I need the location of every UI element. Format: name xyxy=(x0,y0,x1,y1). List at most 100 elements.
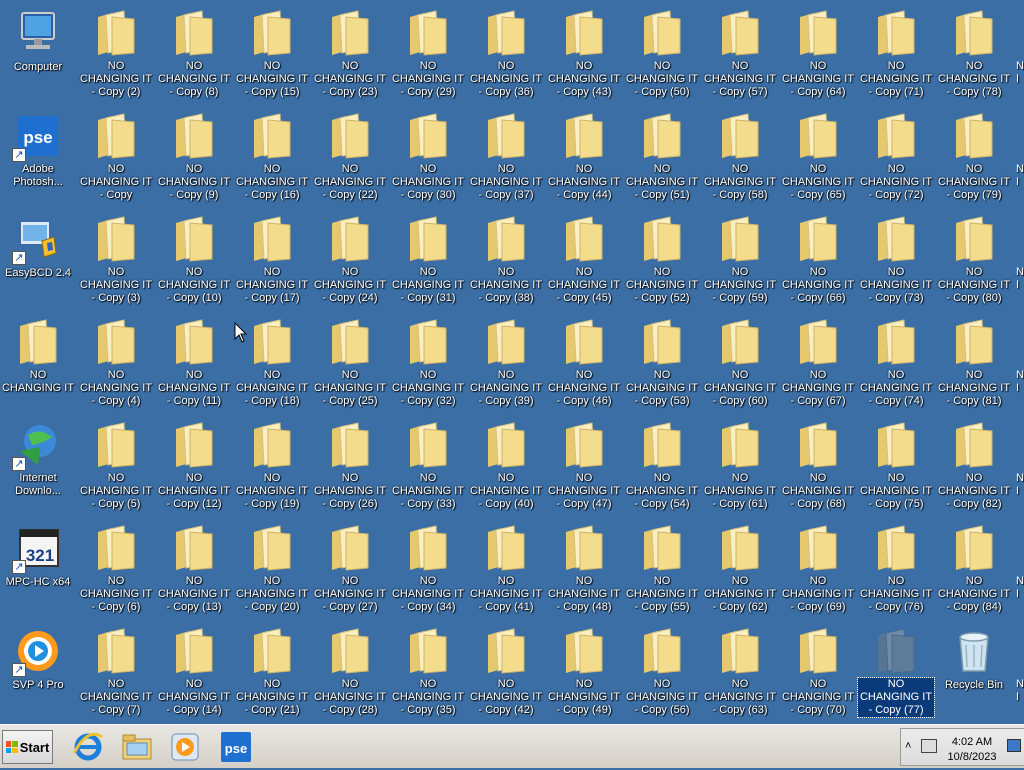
desktop-folder[interactable]: NO CHANGING IT - Copy (50) xyxy=(624,5,700,101)
desktop-folder[interactable]: NO CHANGING IT - Copy (44) xyxy=(546,108,622,204)
desktop-folder[interactable]: NO CHANGING IT - Copy (56) xyxy=(624,623,700,719)
desktop-folder[interactable]: NO CHANGING IT - Copy (2) xyxy=(78,5,154,101)
desktop-folder[interactable]: NO CHANGING IT - Copy (30) xyxy=(390,108,466,204)
desktop-folder[interactable]: NO CHANGING IT - Copy (29) xyxy=(390,5,466,101)
desktop-folder[interactable]: NO CHANGING IT - Copy (3) xyxy=(78,211,154,307)
desktop-folder[interactable]: NO CHANGING IT - Copy (24) xyxy=(312,211,388,307)
internet-download-manager-shortcut[interactable]: ↗ Internet Downlo... xyxy=(0,417,76,513)
desktop-folder[interactable]: NO CHANGING IT - Copy (33) xyxy=(390,417,466,513)
desktop-folder[interactable]: NO CHANGING IT - Copy xyxy=(78,108,154,204)
show-hidden-icons-chevron-icon[interactable]: ˄ xyxy=(905,740,911,752)
desktop-folder[interactable]: NO CHANGING IT - Copy (19) xyxy=(234,417,310,513)
desktop-folder[interactable]: NO CHANGING IT - Copy (40) xyxy=(468,417,544,513)
show-desktop-icon[interactable] xyxy=(1007,739,1021,752)
photoshop-elements-icon[interactable]: pse xyxy=(218,729,254,765)
desktop-folder[interactable]: NO CHANGING IT - Copy (7) xyxy=(78,623,154,719)
internet-explorer-icon[interactable] xyxy=(70,729,106,765)
desktop-folder[interactable]: NO CHANGING IT - Copy (75) xyxy=(858,417,934,513)
desktop-folder[interactable]: NO CHANGING IT - Copy (38) xyxy=(468,211,544,307)
desktop-folder[interactable]: NO CHANGING IT - Copy (41) xyxy=(468,520,544,616)
no-changing-it-folder[interactable]: NO CHANGING IT xyxy=(0,314,76,410)
desktop-folder[interactable]: NO CHANGING IT - Copy (39) xyxy=(468,314,544,410)
desktop-folder[interactable]: NO CHANGING IT - Copy (37) xyxy=(468,108,544,204)
desktop-folder[interactable]: NO CHANGING IT - Copy (49) xyxy=(546,623,622,719)
start-button[interactable]: Start xyxy=(2,730,53,764)
desktop-folder[interactable]: NO CHANGING IT - Copy (57) xyxy=(702,5,778,101)
desktop-folder[interactable]: NO CHANGING IT - Copy (5) xyxy=(78,417,154,513)
desktop-folder[interactable]: NO CHANGING IT - Copy (43) xyxy=(546,5,622,101)
desktop-folder[interactable]: NO CHANGING IT - Copy (27) xyxy=(312,520,388,616)
desktop-folder[interactable]: NO CHANGING IT - Copy (64) xyxy=(780,5,856,101)
desktop-folder[interactable]: NO CHANGING IT - Copy (15) xyxy=(234,5,310,101)
desktop-folder[interactable]: NO CHANGING IT - Copy (67) xyxy=(780,314,856,410)
clock-time[interactable]: 4:02 AM xyxy=(947,736,997,748)
desktop-folder[interactable]: NO CHANGING IT - Copy (13) xyxy=(156,520,232,616)
desktop-folder[interactable]: NO CHANGING IT - Copy (8) xyxy=(156,5,232,101)
desktop-folder[interactable]: NO CHANGING IT - Copy (6) xyxy=(78,520,154,616)
desktop-folder[interactable]: NO CHANGING IT - Copy (11) xyxy=(156,314,232,410)
desktop-folder[interactable]: NO CHANGING IT - Copy (31) xyxy=(390,211,466,307)
desktop-folder[interactable]: NO CHANGING IT - Copy (69) xyxy=(780,520,856,616)
desktop-folder[interactable]: NO CHANGING IT - Copy (65) xyxy=(780,108,856,204)
desktop-folder[interactable]: NO CHANGING IT - Copy (62) xyxy=(702,520,778,616)
desktop-folder[interactable]: NO CHANGING IT - Copy (20) xyxy=(234,520,310,616)
desktop-folder[interactable]: NO CHANGING IT - Copy (25) xyxy=(312,314,388,410)
desktop-folder[interactable]: NO CHANGING IT - Copy (12) xyxy=(156,417,232,513)
desktop-folder[interactable]: NO CHANGING IT - Copy (4) xyxy=(78,314,154,410)
easybcd-shortcut[interactable]: ↗ EasyBCD 2.4 xyxy=(0,211,76,307)
desktop-folder[interactable]: NO CHANGING IT - Copy (61) xyxy=(702,417,778,513)
recycle-bin[interactable]: Recycle Bin xyxy=(936,623,1012,719)
desktop-folder[interactable]: NO CHANGING IT - Copy (14) xyxy=(156,623,232,719)
desktop-folder[interactable]: NO CHANGING IT - Copy (84) xyxy=(936,520,1012,616)
mpc-hc-shortcut[interactable]: 321 ↗ MPC-HC x64 xyxy=(0,520,76,616)
svp-4-pro-shortcut[interactable]: ↗ SVP 4 Pro xyxy=(0,623,76,719)
desktop-folder[interactable]: NO CHANGING IT - Copy (68) xyxy=(780,417,856,513)
computer-shortcut[interactable]: Computer xyxy=(0,5,76,101)
desktop-folder[interactable]: NO CHANGING IT - Copy (34) xyxy=(390,520,466,616)
desktop-folder[interactable]: NO CHANGING IT - Copy (51) xyxy=(624,108,700,204)
desktop-folder[interactable]: NO CHANGING IT - Copy (36) xyxy=(468,5,544,101)
desktop-folder[interactable]: NO CHANGING IT - Copy (17) xyxy=(234,211,310,307)
desktop-folder[interactable]: NO CHANGING IT - Copy (70) xyxy=(780,623,856,719)
desktop-folder[interactable]: NO CHANGING IT - Copy (78) xyxy=(936,5,1012,101)
desktop-folder[interactable]: NO CHANGING IT - Copy (63) xyxy=(702,623,778,719)
desktop-folder[interactable]: NO CHANGING IT - Copy (73) xyxy=(858,211,934,307)
clock-date[interactable]: 10/8/2023 xyxy=(947,751,997,763)
desktop-folder[interactable]: NO CHANGING IT - Copy (47) xyxy=(546,417,622,513)
desktop-folder[interactable]: NO CHANGING IT - Copy (46) xyxy=(546,314,622,410)
desktop-folder[interactable]: NO CHANGING IT - Copy (80) xyxy=(936,211,1012,307)
adobe-photoshop-shortcut[interactable]: pse ↗ Adobe Photosh... xyxy=(0,108,76,204)
desktop-folder[interactable]: NO CHANGING IT - Copy (10) xyxy=(156,211,232,307)
desktop-folder[interactable]: NO CHANGING IT - Copy (59) xyxy=(702,211,778,307)
media-player-icon[interactable] xyxy=(167,729,203,765)
desktop-folder[interactable]: NO CHANGING IT - Copy (54) xyxy=(624,417,700,513)
desktop-folder[interactable]: NO CHANGING IT - Copy (71) xyxy=(858,5,934,101)
desktop-folder[interactable]: NO CHANGING IT - Copy (9) xyxy=(156,108,232,204)
desktop-folder[interactable]: NO CHANGING IT - Copy (23) xyxy=(312,5,388,101)
desktop-folder[interactable]: NO CHANGING IT - Copy (22) xyxy=(312,108,388,204)
network-icon[interactable] xyxy=(921,739,937,753)
desktop-folder[interactable]: NO CHANGING IT - Copy (32) xyxy=(390,314,466,410)
desktop-folder[interactable]: NO CHANGING IT - Copy (58) xyxy=(702,108,778,204)
desktop-folder[interactable]: NO CHANGING IT - Copy (82) xyxy=(936,417,1012,513)
desktop-folder[interactable]: NO CHANGING IT - Copy (16) xyxy=(234,108,310,204)
desktop-folder[interactable]: NO CHANGING IT - Copy (52) xyxy=(624,211,700,307)
desktop-folder[interactable]: NO CHANGING IT - Copy (76) xyxy=(858,520,934,616)
desktop-folder[interactable]: NO CHANGING IT - Copy (53) xyxy=(624,314,700,410)
desktop-folder[interactable]: NO CHANGING IT - Copy (74) xyxy=(858,314,934,410)
windows-explorer-icon[interactable] xyxy=(119,729,155,765)
desktop-folder[interactable]: NO CHANGING IT - Copy (81) xyxy=(936,314,1012,410)
desktop-folder[interactable]: NO CHANGING IT - Copy (55) xyxy=(624,520,700,616)
desktop-folder[interactable]: NO CHANGING IT - Copy (77) xyxy=(857,623,935,719)
desktop-folder[interactable]: NO CHANGING IT - Copy (45) xyxy=(546,211,622,307)
desktop-folder[interactable]: NO CHANGING IT - Copy (48) xyxy=(546,520,622,616)
desktop-folder[interactable]: NO CHANGING IT - Copy (66) xyxy=(780,211,856,307)
desktop-folder[interactable]: NO CHANGING IT - Copy (28) xyxy=(312,623,388,719)
desktop-folder[interactable]: NO CHANGING IT - Copy (26) xyxy=(312,417,388,513)
desktop-folder[interactable]: NO CHANGING IT - Copy (21) xyxy=(234,623,310,719)
desktop-folder[interactable]: NO CHANGING IT - Copy (79) xyxy=(936,108,1012,204)
desktop[interactable]: Computer pse ↗ Adobe Photosh... ↗ EasyBC… xyxy=(0,0,1024,724)
desktop-folder[interactable]: NO CHANGING IT - Copy (72) xyxy=(858,108,934,204)
desktop-folder[interactable]: NO CHANGING IT - Copy (35) xyxy=(390,623,466,719)
desktop-folder[interactable]: NO CHANGING IT - Copy (60) xyxy=(702,314,778,410)
